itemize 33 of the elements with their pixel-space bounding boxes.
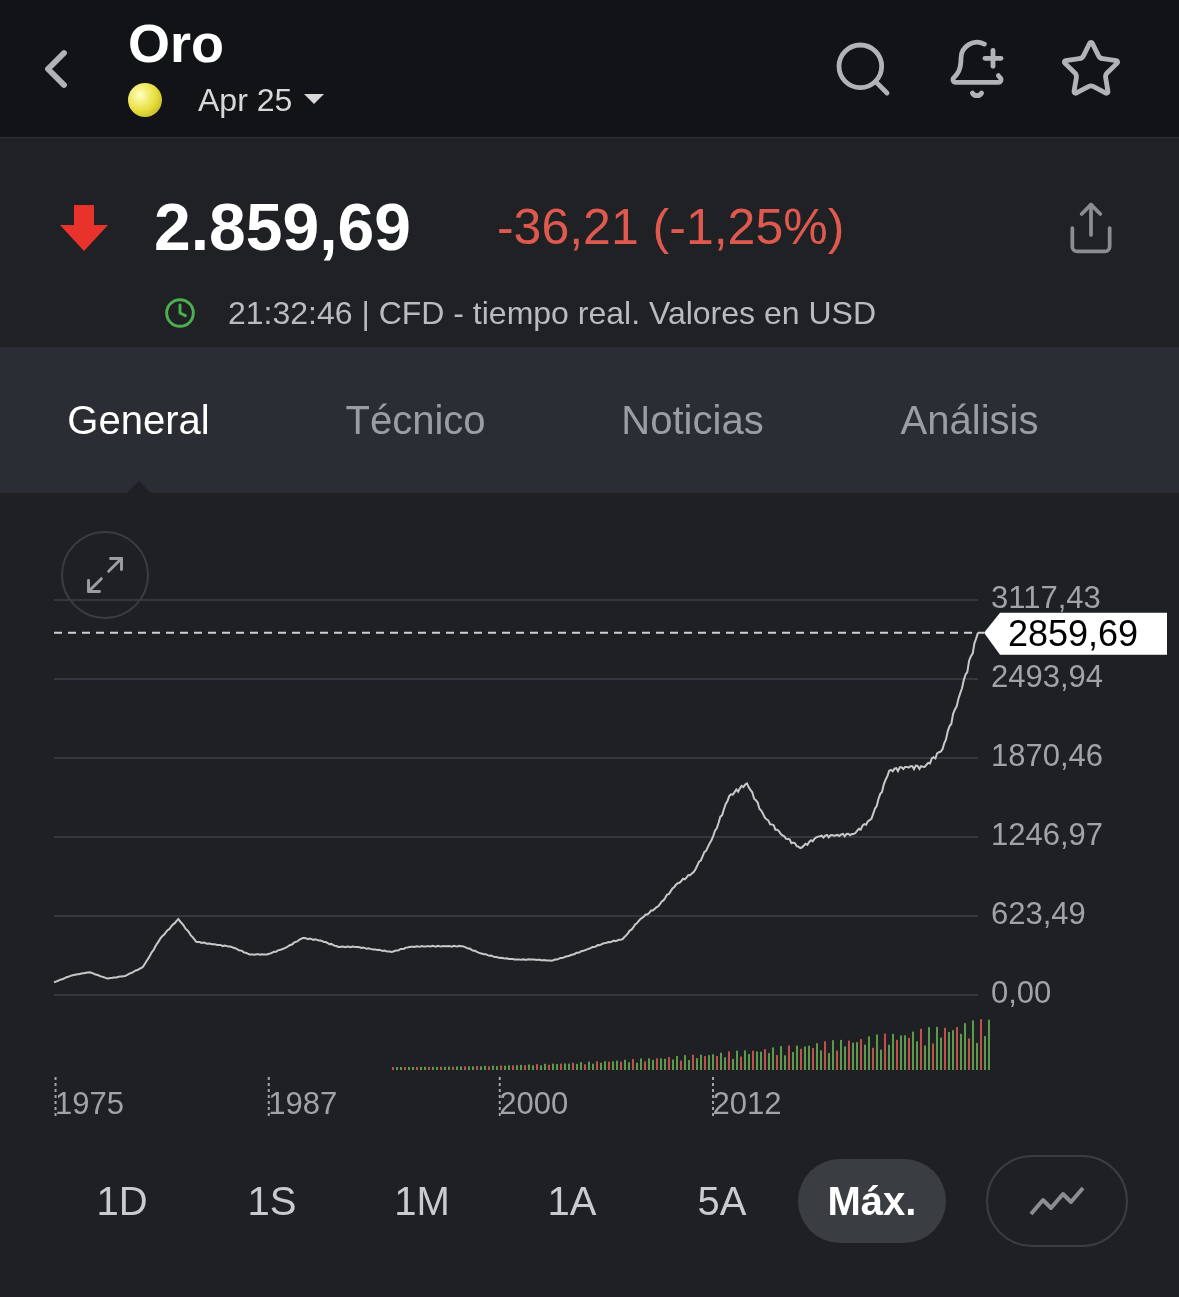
y-axis-label: 1870,46 bbox=[991, 738, 1104, 773]
clock-icon bbox=[164, 297, 196, 329]
coin-icon bbox=[128, 82, 162, 117]
tab[interactable]: Técnico bbox=[277, 347, 554, 493]
caret-icon bbox=[304, 93, 325, 106]
y-axis-label: 1246,97 bbox=[991, 817, 1104, 852]
reference-line: 2859,69 bbox=[53, 612, 1167, 655]
y-axis-label: 0,00 bbox=[991, 975, 1052, 1010]
range-button[interactable]: 1A bbox=[498, 1159, 646, 1243]
y-axis-label: 623,49 bbox=[991, 896, 1086, 931]
instrument-title: Oro bbox=[128, 13, 225, 72]
expand-button[interactable] bbox=[61, 531, 149, 619]
range-button[interactable]: Máx. bbox=[798, 1159, 946, 1243]
tab[interactable]: Noticias bbox=[554, 347, 831, 493]
range-button[interactable]: 1D bbox=[48, 1159, 196, 1243]
last-price: 2.859,69 bbox=[154, 189, 411, 266]
y-axis-label: 3117,43 bbox=[991, 580, 1101, 615]
contract-selector[interactable]: Apr 25 bbox=[128, 75, 325, 124]
x-axis-label: 1987 bbox=[268, 1086, 338, 1121]
tab[interactable]: General bbox=[0, 347, 277, 493]
chart-type-button[interactable] bbox=[986, 1155, 1128, 1247]
range-button[interactable]: 5A bbox=[648, 1159, 796, 1243]
price-change: -36,21 (-1,25%) bbox=[496, 198, 845, 257]
quote-status: 21:32:46 | CFD - tiempo real. Valores en USD bbox=[228, 294, 876, 333]
x-axis-label: 2012 bbox=[712, 1086, 782, 1121]
range-button[interactable]: 1S bbox=[198, 1159, 346, 1243]
tab[interactable]: Análisis bbox=[831, 347, 1108, 493]
x-axis-label: 2000 bbox=[499, 1086, 569, 1121]
y-axis-label: 2493,94 bbox=[991, 659, 1104, 694]
line-chart-icon bbox=[1029, 1186, 1085, 1216]
x-axis-label: 1975 bbox=[55, 1086, 124, 1121]
ref-line-label: 2859,69 bbox=[1008, 612, 1139, 654]
range-button[interactable]: 1M bbox=[348, 1159, 496, 1243]
